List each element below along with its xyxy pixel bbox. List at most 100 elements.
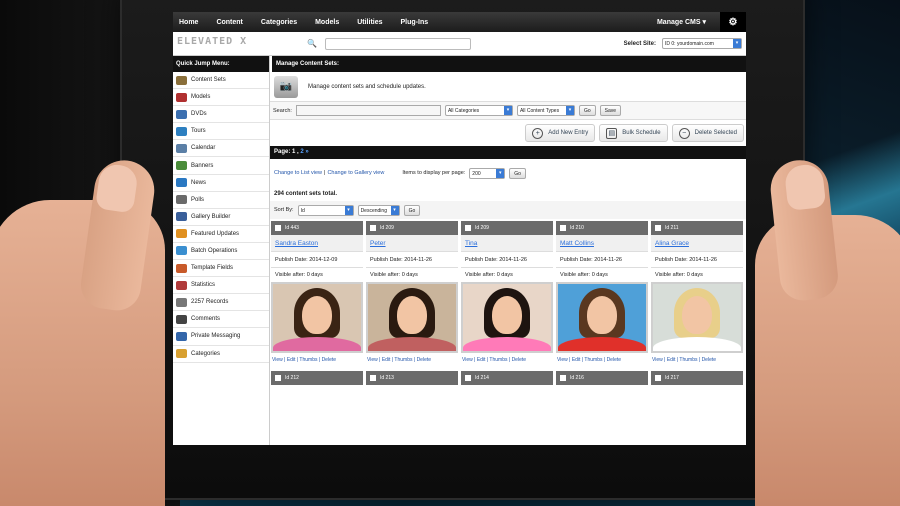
card-header: Id 212 xyxy=(271,371,363,385)
sidebar-list: Content Sets Models DVDs Tours Calendar Banne… xyxy=(173,72,269,363)
card-checkbox[interactable] xyxy=(275,375,281,381)
sidebar-item[interactable]: Template Fields xyxy=(173,260,269,278)
card-thumbnail[interactable] xyxy=(461,282,553,353)
pager-page-2[interactable]: 2 xyxy=(300,149,303,155)
card-action-links[interactable]: View | Edit | Thumbs | Delete xyxy=(461,353,553,366)
tablet-screen: Home Content Categories Models Utilities… xyxy=(173,12,746,445)
sidebar-item[interactable]: Content Sets xyxy=(173,72,269,90)
content-card: Id 443 Sandra Easton Publish Date: 2014-12… xyxy=(271,221,363,366)
sidebar-item[interactable]: Calendar xyxy=(173,140,269,158)
sidebar-item[interactable]: News xyxy=(173,175,269,192)
sidebar-item[interactable]: Tours xyxy=(173,123,269,141)
description-row: 📷 Manage content sets and schedule updat… xyxy=(270,72,746,102)
pager-next-arrow[interactable]: » xyxy=(305,149,308,155)
portrait-face xyxy=(492,296,522,334)
card-title-link[interactable]: Matt Collins xyxy=(556,235,648,251)
content-types-dropdown[interactable]: All Content Types ▾ xyxy=(516,105,575,116)
description-text: Manage content sets and schedule updates… xyxy=(308,83,426,90)
card-checkbox[interactable] xyxy=(560,375,566,381)
add-new-entry-button[interactable]: + Add New Entry xyxy=(525,124,596,142)
sort-field-value: Id xyxy=(300,207,305,214)
card-title-link[interactable]: Alina Grace xyxy=(651,235,743,251)
nav-plugins[interactable]: Plug-Ins xyxy=(401,19,429,26)
card-action-links[interactable]: View | Edit | Thumbs | Delete xyxy=(651,353,743,366)
sidebar-item-label: Statistics xyxy=(191,282,216,289)
card-title-link[interactable]: Peter xyxy=(366,235,458,251)
sidebar-item[interactable]: Models xyxy=(173,89,269,107)
save-button[interactable]: Save xyxy=(599,105,622,116)
sidebar-item[interactable]: Batch Operations xyxy=(173,243,269,261)
nav-models[interactable]: Models xyxy=(315,19,339,26)
card-thumbnail[interactable] xyxy=(651,282,743,353)
sidebar-item[interactable]: Statistics xyxy=(173,277,269,295)
pager-label: Page: xyxy=(274,149,291,155)
card-checkbox[interactable] xyxy=(370,375,376,381)
nav-home[interactable]: Home xyxy=(179,19,198,26)
sort-field-dropdown[interactable]: Id ▾ xyxy=(297,204,354,216)
card-checkbox[interactable] xyxy=(465,225,471,231)
content-search-input[interactable] xyxy=(295,105,441,116)
top-navigation: Home Content Categories Models Utilities… xyxy=(173,12,746,32)
card-checkbox[interactable] xyxy=(465,375,471,381)
sort-order-dropdown[interactable]: Descending ▾ xyxy=(357,204,400,216)
search-icon[interactable]: 🔍 xyxy=(307,39,321,48)
global-search-input[interactable] xyxy=(325,37,471,50)
per-page-dropdown[interactable]: 200 ▾ xyxy=(469,167,506,179)
card-checkbox[interactable] xyxy=(275,225,281,231)
gallery-view-link[interactable]: Change to Gallery view xyxy=(327,170,384,176)
sidebar-item[interactable]: Gallery Builder xyxy=(173,209,269,226)
nav-categories[interactable]: Categories xyxy=(261,19,297,26)
sidebar-item[interactable]: Banners xyxy=(173,157,269,175)
sidebar-item[interactable]: Featured Updates xyxy=(173,226,269,243)
go-button[interactable]: Go xyxy=(578,105,596,116)
content-card: Id 211 Alina Grace Publish Date: 2014-11-2… xyxy=(651,221,743,366)
sidebar-item[interactable]: Categories xyxy=(173,346,269,363)
card-id: Id 212 xyxy=(285,375,299,381)
sidebar-item-icon xyxy=(176,229,187,239)
per-page-label: Items to display per page: xyxy=(402,170,466,176)
logo: ELEVATED X xyxy=(177,35,248,47)
delete-selected-button[interactable]: − Delete Selected xyxy=(671,124,744,142)
site-dropdown[interactable]: ID 0: yourdomain.com ▾ xyxy=(662,38,742,49)
card-action-links[interactable]: View | Edit | Thumbs | Delete xyxy=(366,353,458,366)
card-action-links[interactable]: View | Edit | Thumbs | Delete xyxy=(556,353,648,366)
card-thumbnail[interactable] xyxy=(366,282,458,353)
card-publish-date: Publish Date: 2014-11-26 xyxy=(651,251,743,267)
gear-icon[interactable]: ⚙ xyxy=(720,12,746,32)
content-card: Id 216 xyxy=(556,371,648,385)
pager-current: 1 xyxy=(292,149,296,155)
card-title-link[interactable]: Tina xyxy=(461,235,553,251)
content-card: Id 209 Peter Publish Date: 2014-11-26 Visib… xyxy=(366,221,458,366)
bulk-schedule-button[interactable]: ▤ Bulk Schedule xyxy=(599,124,668,142)
sidebar-item-icon xyxy=(176,161,187,171)
card-checkbox[interactable] xyxy=(370,225,376,231)
sort-order-value: Descending xyxy=(360,207,387,214)
card-header: Id 209 xyxy=(461,221,553,235)
sidebar-item-icon xyxy=(176,109,187,119)
search-label: Search: xyxy=(273,107,292,114)
sidebar-item-label: Comments xyxy=(191,316,221,323)
action-bar: + Add New Entry ▤ Bulk Schedule − Delete… xyxy=(270,120,746,146)
card-checkbox[interactable] xyxy=(560,225,566,231)
card-thumbnail[interactable] xyxy=(556,282,648,353)
card-checkbox[interactable] xyxy=(655,375,661,381)
card-checkbox[interactable] xyxy=(655,225,661,231)
categories-dropdown[interactable]: All Categories ▾ xyxy=(444,105,513,116)
sidebar-item[interactable]: DVDs xyxy=(173,106,269,124)
list-view-link[interactable]: Change to List view xyxy=(274,170,322,176)
nav-content[interactable]: Content xyxy=(216,19,242,26)
sort-go-button[interactable]: Go xyxy=(403,204,421,216)
sidebar-item-icon xyxy=(176,178,187,188)
card-title-link[interactable]: Sandra Easton xyxy=(271,235,363,251)
manage-cms-menu[interactable]: Manage CMS ▾ xyxy=(657,18,706,26)
sidebar-item-label: Banners xyxy=(191,162,214,169)
sidebar-item[interactable]: Private Messaging xyxy=(173,328,269,346)
sidebar-item[interactable]: Comments xyxy=(173,311,269,329)
card-thumbnail[interactable] xyxy=(271,282,363,353)
sidebar-item[interactable]: 2257 Records xyxy=(173,294,269,312)
sidebar-item[interactable]: Polls xyxy=(173,192,269,209)
per-page-go-button[interactable]: Go xyxy=(509,167,526,179)
nav-utilities[interactable]: Utilities xyxy=(357,19,382,26)
card-action-links[interactable]: View | Edit | Thumbs | Delete xyxy=(271,353,363,366)
sidebar-item-icon xyxy=(176,246,187,256)
